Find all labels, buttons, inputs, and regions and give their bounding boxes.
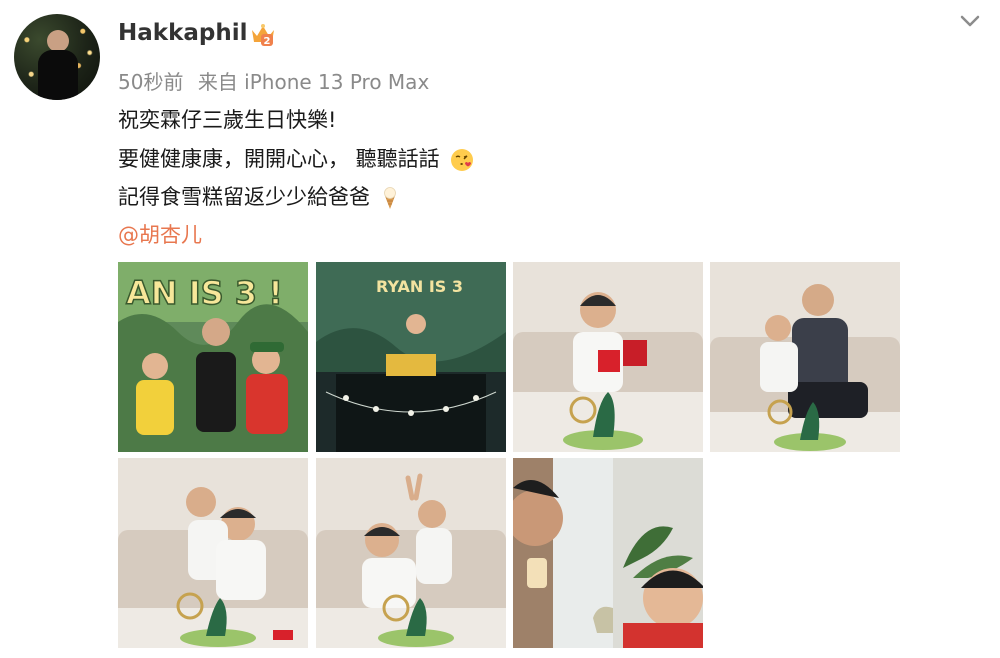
photo-1-image: AN IS 3 ! bbox=[118, 262, 308, 452]
mention-link[interactable]: @胡杏儿 bbox=[118, 219, 202, 249]
svg-text:2: 2 bbox=[264, 36, 271, 47]
photo-3-image bbox=[513, 262, 703, 452]
photo-2[interactable]: RYAN IS 3 bbox=[316, 262, 506, 452]
photo-5-image bbox=[118, 458, 308, 648]
photo-7-image bbox=[513, 458, 703, 648]
photo-3[interactable] bbox=[513, 262, 703, 452]
photo-2-image: RYAN IS 3 bbox=[316, 262, 506, 452]
kissing-face-emoji bbox=[451, 149, 474, 171]
post-text-line-2: 要健健康康，開開心心， 聽聽話話 bbox=[118, 143, 474, 173]
photo-4-image bbox=[710, 262, 900, 452]
avatar-head bbox=[47, 30, 69, 52]
vip-crown-icon[interactable]: 2 bbox=[249, 20, 277, 48]
photo-2-caption: RYAN IS 3 bbox=[376, 277, 463, 296]
post-text-line-2-text: 要健健康康，開開心心， 聽聽話話 bbox=[118, 147, 440, 171]
post-text-line-1: 祝奕霖仔三歲生日快樂! bbox=[118, 108, 337, 132]
post-text-line-3: 記得食雪糕留返少少給爸爸 bbox=[118, 181, 399, 211]
photo-5[interactable] bbox=[118, 458, 308, 648]
avatar-body bbox=[38, 50, 78, 100]
avatar[interactable] bbox=[14, 14, 100, 100]
chevron-down-icon[interactable] bbox=[958, 12, 982, 30]
username[interactable]: Hakkaphil bbox=[118, 20, 248, 46]
post-meta: 50秒前 来自 iPhone 13 Pro Max bbox=[118, 66, 429, 95]
photo-4[interactable] bbox=[710, 262, 900, 452]
photo-1[interactable]: AN IS 3 ! bbox=[118, 262, 308, 452]
photo-6[interactable] bbox=[316, 458, 506, 648]
photo-6-image bbox=[316, 458, 506, 648]
time-ago: 50秒前 bbox=[118, 70, 184, 94]
ice-cream-emoji bbox=[383, 187, 396, 209]
post-source: 来自 iPhone 13 Pro Max bbox=[197, 70, 430, 94]
photo-1-caption: AN IS 3 ! bbox=[126, 274, 283, 312]
post-text-line-3-text: 記得食雪糕留返少少給爸爸 bbox=[118, 185, 370, 209]
photo-7[interactable] bbox=[513, 458, 703, 648]
